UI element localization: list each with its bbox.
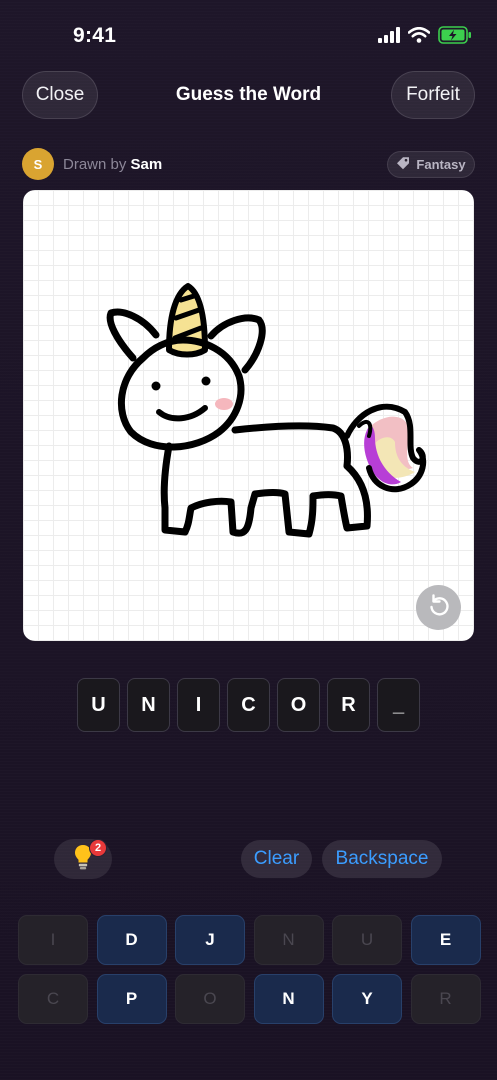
- answer-slots: U N I C O R _: [77, 678, 420, 732]
- status-icons: [378, 26, 472, 49]
- signal-icon: [378, 27, 400, 48]
- status-bar: 9:41: [0, 0, 497, 70]
- letter-key-used[interactable]: C: [18, 974, 88, 1024]
- letter-key-available[interactable]: P: [96, 974, 167, 1024]
- letter-key-used[interactable]: I: [18, 915, 88, 965]
- drawer-name: Sam: [130, 156, 163, 173]
- game-screen: 9:41 Close Guess the Word Forfeit S Draw…: [0, 0, 497, 1080]
- answer-slot[interactable]: O: [277, 678, 320, 732]
- answer-slot[interactable]: U: [77, 678, 120, 732]
- letter-key-used[interactable]: N: [253, 915, 324, 965]
- status-time: 9:41: [73, 24, 117, 47]
- letter-key-available[interactable]: D: [96, 915, 167, 965]
- letter-keyboard: I D J N U E C P O N Y R: [18, 915, 481, 1024]
- forfeit-button[interactable]: Forfeit: [391, 71, 475, 119]
- answer-slot[interactable]: R: [327, 678, 370, 732]
- letter-key-available[interactable]: J: [175, 915, 245, 965]
- letter-key-used[interactable]: O: [175, 974, 245, 1024]
- drawn-by-prefix: Drawn by: [63, 156, 127, 173]
- hint-count-badge: 2: [89, 839, 107, 857]
- answer-slot[interactable]: I: [177, 678, 220, 732]
- letter-key-used[interactable]: R: [410, 974, 481, 1024]
- wifi-icon: [407, 26, 431, 48]
- tag-icon: [396, 156, 410, 173]
- category-label: Fantasy: [416, 157, 466, 172]
- letter-key-available[interactable]: E: [410, 915, 481, 965]
- answer-slot[interactable]: C: [227, 678, 270, 732]
- replay-icon: [427, 593, 451, 622]
- drawing-canvas: [23, 190, 474, 641]
- answer-slot[interactable]: N: [127, 678, 170, 732]
- letter-key-used[interactable]: U: [332, 915, 402, 965]
- backspace-button[interactable]: Backspace: [322, 840, 442, 878]
- category-badge: Fantasy: [387, 151, 475, 178]
- avatar: S: [22, 148, 54, 180]
- letter-key-available[interactable]: Y: [332, 974, 402, 1024]
- clear-button[interactable]: Clear: [241, 840, 312, 878]
- replay-button[interactable]: [416, 585, 461, 630]
- drawn-by-label: Drawn by Sam: [63, 156, 162, 173]
- letter-key-available[interactable]: N: [253, 974, 324, 1024]
- unicorn-drawing: [106, 283, 427, 538]
- answer-slot-empty[interactable]: _: [377, 678, 420, 732]
- battery-charging-icon: [438, 26, 472, 49]
